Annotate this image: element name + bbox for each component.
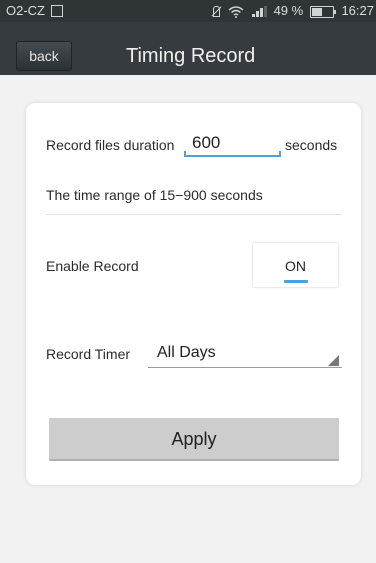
toggle-indicator [284, 280, 308, 283]
record-timer-label: Record Timer [46, 346, 131, 362]
status-left: O2-CZ [6, 0, 67, 22]
record-timer-select[interactable]: All Days [148, 339, 342, 368]
title-bar: back Timing Record [0, 22, 376, 75]
dropdown-arrow-icon [328, 355, 339, 366]
input-underline-tick [184, 151, 186, 157]
enable-record-label: Enable Record [46, 258, 139, 274]
divider [46, 214, 342, 215]
settings-card: Record files duration seconds The time r… [26, 103, 361, 485]
duration-label: Record files duration [46, 137, 175, 153]
enable-record-toggle[interactable]: ON [253, 243, 338, 287]
toggle-state-text: ON [285, 258, 306, 274]
range-hint: The time range of 15−900 seconds [46, 187, 263, 203]
record-timer-value: All Days [157, 344, 216, 361]
status-bar: O2-CZ 49 % 16:27 [0, 0, 376, 22]
input-underline-tick [279, 151, 281, 157]
battery-icon [309, 5, 336, 18]
page-title: Timing Record [126, 45, 256, 67]
status-right: 49 % 16:27 [211, 0, 374, 22]
apply-button[interactable]: Apply [49, 418, 339, 461]
sim-card-icon [50, 4, 63, 17]
carrier-label: O2-CZ [6, 3, 45, 18]
duration-input[interactable] [184, 131, 281, 157]
wifi-icon [228, 5, 244, 18]
clock: 16:27 [341, 3, 374, 18]
mute-icon [211, 5, 221, 18]
back-button[interactable]: back [16, 41, 72, 71]
battery-level-fill [311, 7, 322, 16]
battery-percent: 49 % [273, 3, 304, 18]
signal-icon [251, 5, 267, 18]
duration-unit-label: seconds [285, 137, 338, 153]
